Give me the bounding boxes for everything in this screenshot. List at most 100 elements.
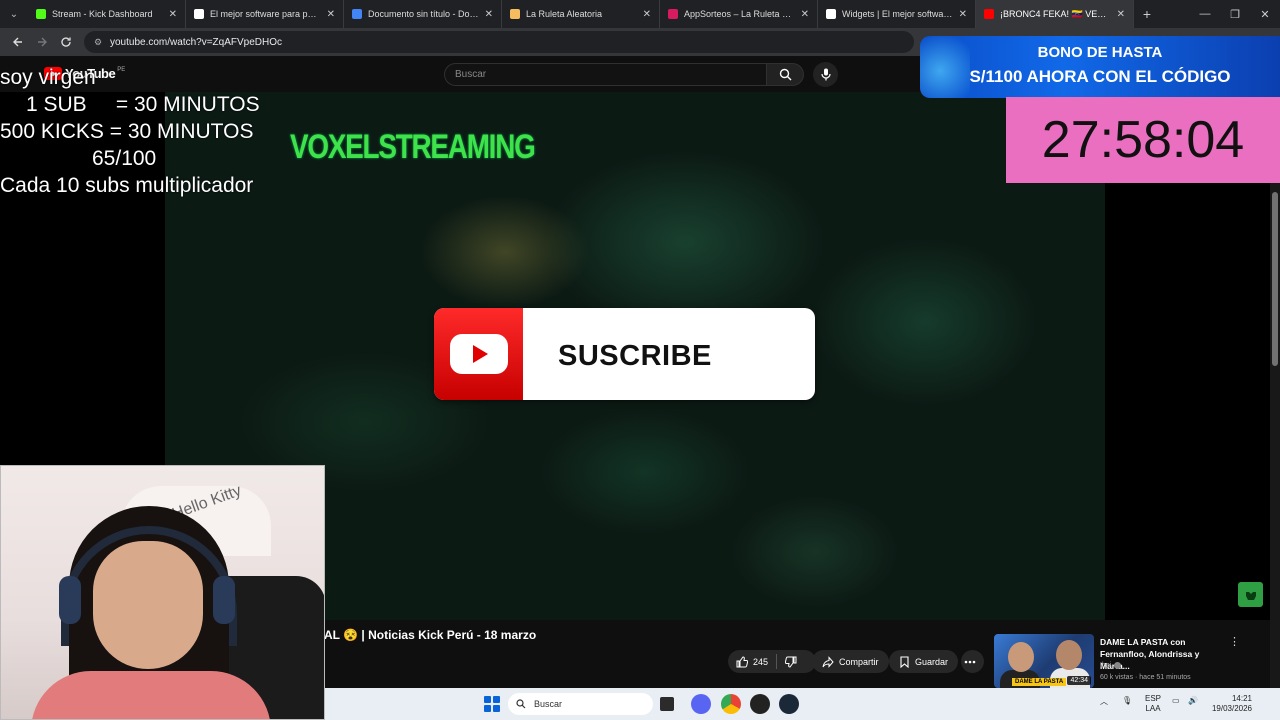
close-tab-icon[interactable]: ✕ [1117,9,1125,20]
language-indicator[interactable]: ESP LAA [1145,694,1161,714]
close-tab-icon[interactable]: ✕ [959,9,967,20]
like-button[interactable]: 245 [728,650,776,673]
browser-tab[interactable]: ¡BRONC4 FEKA! 🇻🇪 VEN... ✕ [976,0,1134,28]
browser-tab[interactable]: AppSorteos – La Ruleta de la S... ✕ [660,0,818,28]
more-horizontal-icon [964,660,976,663]
system-clock[interactable]: 14:21 19/03/2026 [1208,694,1252,714]
language-layout: LAA [1145,704,1161,713]
recommended-thumbnail[interactable]: DAME LA PASTA 42:34 [994,634,1094,688]
voice-search-button[interactable] [813,62,838,87]
share-label: Compartir [839,656,879,667]
tab-favicon-icon [194,9,204,19]
minimize-button[interactable]: — [1190,0,1220,28]
promo-banner: BONO DE HASTA S/1100 AHORA CON EL CÓDIGO [920,36,1280,98]
site-info-icon[interactable]: ⚙ [92,36,104,48]
close-tab-icon[interactable]: ✕ [327,9,335,20]
youtube-search-button[interactable] [766,63,804,86]
tab-label: Documento sin título - Docume... [368,9,479,19]
chrome-icon[interactable] [721,694,741,714]
close-window-button[interactable]: ✕ [1250,0,1280,28]
browser-tab[interactable]: La Ruleta Aleatoria ✕ [502,0,660,28]
network-icon[interactable]: ▭ [1172,696,1180,705]
obs-icon[interactable] [750,694,770,714]
headphones-earcup [213,576,235,624]
close-tab-icon[interactable]: ✕ [643,9,651,20]
channel-name: Ibai [1100,662,1112,669]
browser-tab[interactable]: Stream - Kick Dashboard ✕ [28,0,186,28]
task-view-icon[interactable] [660,697,674,711]
promo-line-1: BONO DE HASTA [1037,44,1163,61]
close-tab-icon[interactable]: ✕ [169,9,177,20]
windows-logo-icon [484,696,491,703]
youtube-search-input[interactable]: Buscar [444,63,766,86]
forward-button[interactable] [30,30,54,54]
window-controls: — ❐ ✕ [1190,0,1280,28]
more-actions-button[interactable] [961,650,984,673]
maximize-button[interactable]: ❐ [1220,0,1250,28]
tab-favicon-icon [668,9,678,19]
microphone-icon [820,68,831,81]
share-button[interactable]: Compartir [812,650,889,673]
search-icon [516,699,526,709]
reload-button[interactable] [54,30,78,54]
address-bar[interactable]: ⚙ youtube.com/watch?v=ZqAFVpeDHOc [84,31,914,53]
new-tab-button[interactable]: + [1134,6,1160,22]
tab-search-button[interactable]: ⌄ [0,0,28,28]
close-tab-icon[interactable]: ✕ [801,9,809,20]
tab-label: La Ruleta Aleatoria [526,9,603,19]
recommended-channel[interactable]: Ibai [1100,662,1122,669]
scrollbar-thumb[interactable] [1272,192,1278,366]
search-icon [779,68,791,81]
player-channel-watermark[interactable] [1238,582,1263,607]
tab-label: El mejor software para potenci... [210,9,321,19]
youtube-play-icon [449,334,508,374]
thumbnail-face [1056,640,1082,670]
bookmark-icon [900,655,909,668]
browser-tab[interactable]: El mejor software para potenci... ✕ [186,0,344,28]
overlay-line: 65/100 [92,147,157,170]
save-label: Guardar [915,656,949,667]
subscribe-graphic-text: SUSCRIBE [558,340,712,372]
webcam-overlay: Hello Kitty [0,465,325,720]
share-icon [822,655,834,668]
screen: ⌄ Stream - Kick Dashboard ✕ El mejor softw… [0,0,1280,720]
windows-logo-icon [493,705,500,712]
close-tab-icon[interactable]: ✕ [485,9,493,20]
tab-label: Widgets | El mejor software par... [842,9,953,19]
video-title: AL 😵 | Noticias Kick Perú - 18 marzo [324,628,537,642]
browser-tab[interactable]: Widgets | El mejor software par... ✕ [818,0,976,28]
save-button[interactable]: Guardar [889,650,959,673]
subscribe-graphic-logo [434,308,523,400]
back-button[interactable] [6,30,30,54]
webcam-person-shirt [31,671,271,719]
clock-time: 14:21 [1231,694,1252,703]
tab-favicon-icon [352,9,362,19]
overlay-line: Cada 10 subs multiplicador [0,174,254,197]
steam-icon[interactable] [779,694,799,714]
tab-favicon-icon [36,9,46,19]
browser-tab[interactable]: Documento sin título - Docume... ✕ [344,0,502,28]
recommended-meta: 60 k vistas · hace 51 minutos [1100,674,1191,681]
start-button[interactable] [484,696,500,712]
tab-favicon-icon [826,9,836,19]
discord-icon[interactable] [691,694,711,714]
like-count: 245 [753,656,769,667]
clock-date: 19/03/2026 [1211,704,1252,713]
subathon-timer: 27:58:04 [1006,97,1280,183]
volume-icon[interactable]: 🔊 [1188,696,1198,705]
tab-favicon-icon [510,9,520,19]
tray-overflow-icon[interactable]: ︿ [1100,696,1108,707]
recommended-menu-button[interactable]: ⋮ [1229,635,1240,648]
arrow-left-icon [13,37,22,47]
taskbar-search[interactable]: Buscar [508,693,653,715]
like-dislike-group: 245 [728,650,816,673]
microphone-tray-icon[interactable]: 🎙 [1122,696,1132,705]
tab-favicon-icon [984,9,994,19]
frog-icon [1245,591,1256,600]
dislike-button[interactable] [777,650,810,673]
streamer-watermark: VOXELSTREAMING [290,128,536,166]
stream-goals-overlay: soy virgen 1 SUB = 30 MINUTOS 500 KICKS … [0,64,290,199]
tab-label: Stream - Kick Dashboard [52,9,153,19]
thumbs-up-icon [736,655,748,667]
overlay-line: 1 SUB = 30 MINUTOS [26,93,260,116]
